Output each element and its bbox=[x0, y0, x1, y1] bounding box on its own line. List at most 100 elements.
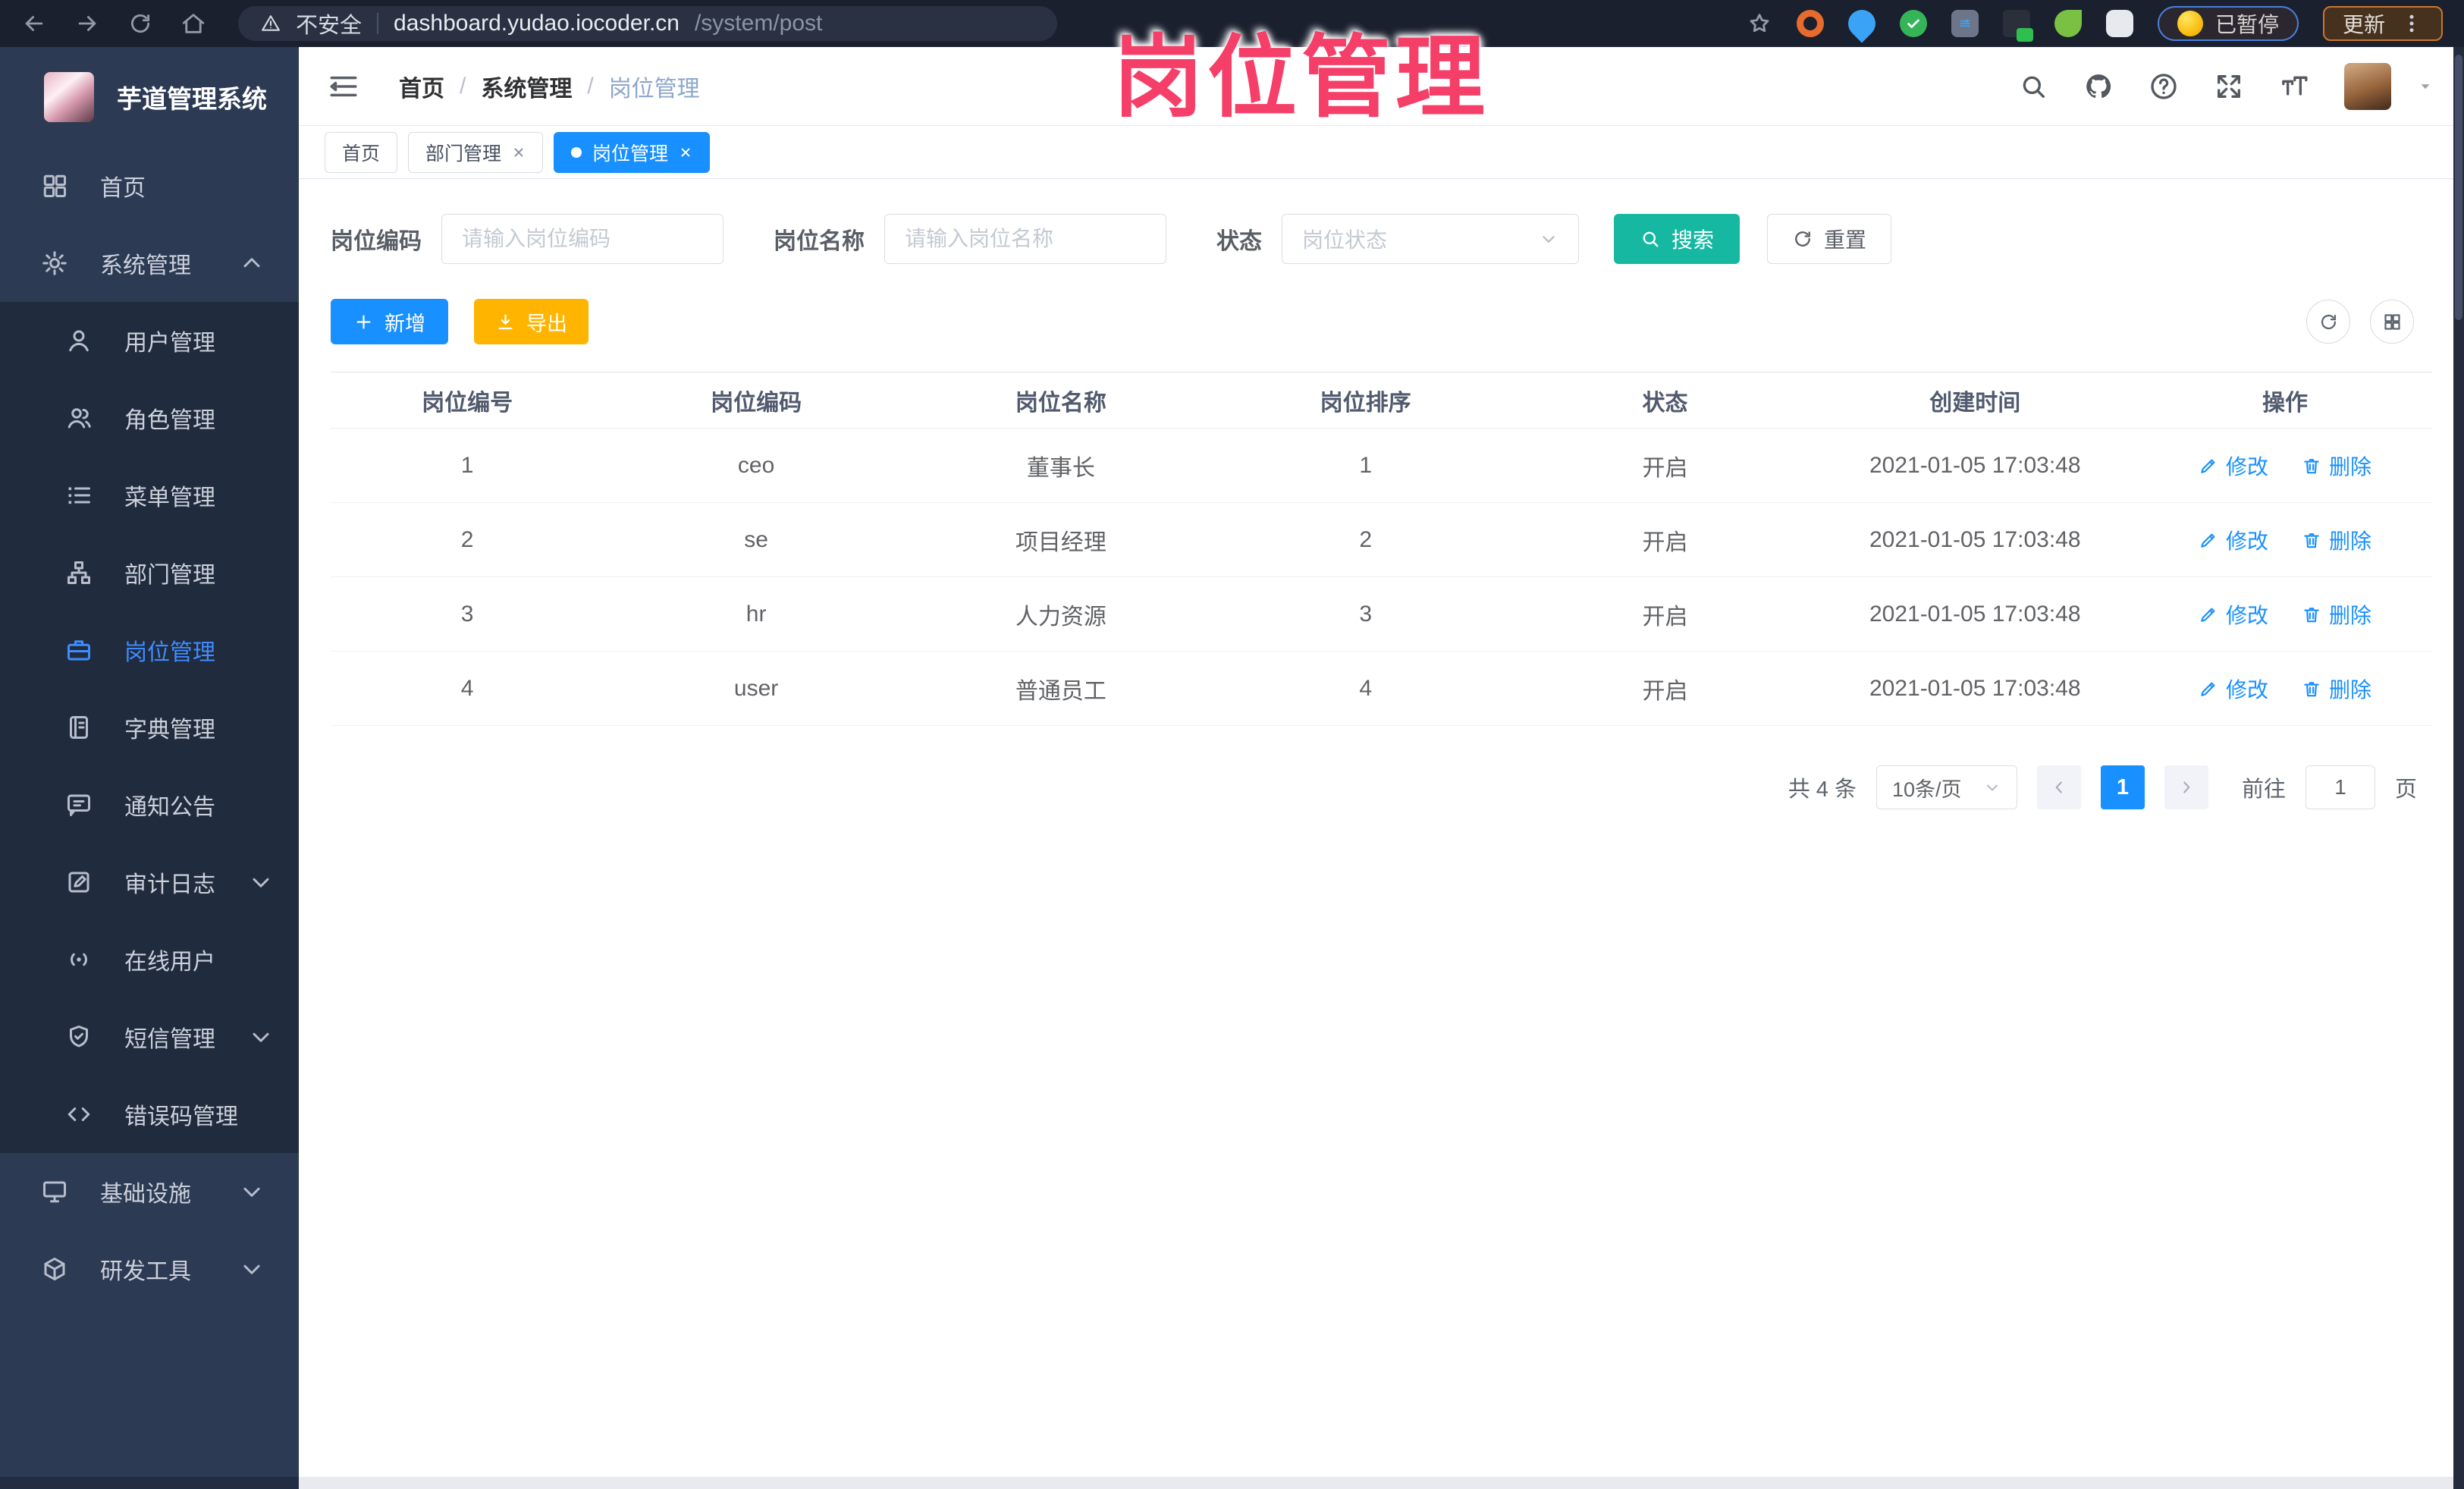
close-icon[interactable] bbox=[512, 146, 526, 159]
online-users-icon bbox=[65, 946, 93, 973]
reload-icon[interactable] bbox=[127, 11, 153, 36]
sidebar-item-label: 审计日志 bbox=[124, 872, 215, 897]
extension-check-icon[interactable] bbox=[1899, 10, 1927, 37]
sidebar-item-label: 错误码管理 bbox=[124, 1104, 238, 1129]
chevron-up-icon bbox=[238, 250, 265, 277]
page-unit-label: 页 bbox=[2394, 777, 2417, 802]
edit-link[interactable]: 修改 bbox=[2199, 599, 2268, 630]
paused-badge[interactable]: 已暂停 bbox=[2157, 6, 2299, 41]
extension-drop-icon[interactable] bbox=[1842, 4, 1882, 43]
home-dashboard-icon bbox=[41, 172, 68, 199]
cell-created-time: 2021-01-05 17:03:48 bbox=[1812, 651, 2138, 726]
delete-link[interactable]: 删除 bbox=[2302, 525, 2371, 555]
sidebar-logo-row[interactable]: 芋道管理系统 bbox=[0, 47, 299, 147]
bookmark-star-icon[interactable] bbox=[1747, 11, 1772, 36]
delete-link[interactable]: 删除 bbox=[2302, 451, 2371, 481]
search-filter-form: 岗位编码 岗位名称 状态 岗位状态 bbox=[331, 214, 2432, 264]
post-code-input[interactable] bbox=[441, 214, 724, 264]
fullscreen-icon[interactable] bbox=[2214, 71, 2244, 102]
github-icon[interactable] bbox=[2083, 71, 2114, 102]
status-select-placeholder: 岗位状态 bbox=[1302, 228, 1388, 252]
edit-link[interactable]: 修改 bbox=[2199, 525, 2268, 555]
delete-link[interactable]: 删除 bbox=[2302, 599, 2371, 630]
page-scrollbar[interactable] bbox=[2453, 47, 2464, 1489]
home-icon[interactable] bbox=[180, 11, 206, 36]
cell-post-sort: 1 bbox=[1213, 428, 1518, 503]
refresh-table-button[interactable] bbox=[2306, 300, 2350, 344]
briefcase-icon bbox=[65, 636, 93, 664]
page-size-select[interactable]: 10条/页 bbox=[1875, 765, 2017, 809]
prev-page-button[interactable] bbox=[2036, 765, 2081, 809]
breadcrumb: 首页 / 系统管理 / 岗位管理 bbox=[399, 70, 700, 103]
table-row: 3 hr 人力资源 3 开启 2021-01-05 17:03:48 修改 删除 bbox=[331, 576, 2432, 652]
edit-link[interactable]: 修改 bbox=[2199, 674, 2268, 704]
extension-sliders-icon[interactable] bbox=[1951, 10, 1979, 37]
edit-link[interactable]: 修改 bbox=[2199, 451, 2268, 481]
export-button[interactable]: 导出 bbox=[474, 299, 589, 344]
sidebar-item-error-code-management[interactable]: 错误码管理 bbox=[0, 1076, 299, 1153]
sidebar-item-devtools[interactable]: 研发工具 bbox=[0, 1230, 299, 1308]
next-page-button[interactable] bbox=[2164, 765, 2208, 809]
breadcrumb-home[interactable]: 首页 bbox=[399, 70, 444, 103]
search-button[interactable]: 搜索 bbox=[1614, 214, 1740, 264]
audit-log-icon bbox=[65, 869, 93, 896]
tab-post-management[interactable]: 岗位管理 bbox=[554, 131, 711, 173]
extension-leaf-icon[interactable] bbox=[2054, 10, 2082, 37]
sidebar-item-menu-management[interactable]: 菜单管理 bbox=[0, 457, 299, 534]
sidebar-item-label: 短信管理 bbox=[124, 1027, 215, 1052]
cell-post-name: 项目经理 bbox=[909, 502, 1213, 577]
browser-menu-kebab-icon[interactable] bbox=[2400, 12, 2423, 35]
sidebar-item-online-users[interactable]: 在线用户 bbox=[0, 921, 299, 998]
help-question-icon[interactable] bbox=[2149, 71, 2179, 102]
delete-link-label: 删除 bbox=[2329, 454, 2372, 479]
sidebar-item-sms-management[interactable]: 短信管理 bbox=[0, 998, 299, 1076]
filter-post-code: 岗位编码 bbox=[331, 214, 724, 264]
plus-icon bbox=[353, 312, 374, 332]
update-button[interactable]: 更新 bbox=[2322, 6, 2443, 41]
column-settings-button[interactable] bbox=[2370, 300, 2414, 344]
sidebar-item-dictionary-management[interactable]: 字典管理 bbox=[0, 689, 299, 766]
sidebar-item-post-management[interactable]: 岗位管理 bbox=[0, 611, 299, 689]
page-content: 岗位编码 岗位名称 状态 岗位状态 bbox=[299, 179, 2464, 1489]
sidebar-item-announcement[interactable]: 通知公告 bbox=[0, 766, 299, 843]
row-actions: 修改 删除 bbox=[2138, 525, 2432, 555]
post-name-input[interactable] bbox=[884, 214, 1166, 264]
add-button[interactable]: 新增 bbox=[331, 299, 448, 344]
sidebar-item-home[interactable]: 首页 bbox=[0, 147, 299, 225]
avatar-caret-down-icon[interactable] bbox=[2415, 77, 2435, 96]
tab-department-management[interactable]: 部门管理 bbox=[408, 131, 544, 173]
status-select[interactable]: 岗位状态 bbox=[1282, 214, 1579, 264]
current-page-button[interactable]: 1 bbox=[2100, 765, 2145, 809]
filter-post-name: 岗位名称 bbox=[774, 214, 1166, 264]
breadcrumb-system[interactable]: 系统管理 bbox=[481, 70, 572, 103]
app-title: 芋道管理系统 bbox=[117, 85, 267, 113]
chevron-down-icon bbox=[238, 1178, 265, 1205]
post-table: 岗位编号 岗位编码 岗位名称 岗位排序 状态 创建时间 操作 1 ceo 董事长… bbox=[331, 372, 2432, 726]
forward-icon[interactable] bbox=[74, 11, 100, 36]
back-icon[interactable] bbox=[21, 11, 47, 36]
extension-gif-icon[interactable] bbox=[2002, 10, 2033, 42]
cell-post-code: hr bbox=[604, 576, 909, 652]
security-label[interactable]: 不安全 bbox=[296, 8, 362, 39]
extensions-puzzle-icon[interactable] bbox=[2105, 10, 2133, 37]
delete-link[interactable]: 删除 bbox=[2302, 674, 2371, 704]
sidebar-collapse-icon[interactable] bbox=[328, 71, 359, 102]
scrollbar-thumb[interactable] bbox=[2455, 55, 2462, 320]
reset-button[interactable]: 重置 bbox=[1767, 214, 1892, 264]
sidebar-item-audit-log[interactable]: 审计日志 bbox=[0, 843, 299, 921]
close-icon[interactable] bbox=[679, 146, 692, 159]
user-avatar[interactable] bbox=[2344, 62, 2391, 110]
sidebar-item-department-management[interactable]: 部门管理 bbox=[0, 534, 299, 611]
tab-home[interactable]: 首页 bbox=[325, 131, 398, 173]
sidebar-item-system-management[interactable]: 系统管理 bbox=[0, 225, 299, 302]
address-bar[interactable]: 不安全 dashboard.yudao.iocoder.cn /system/p… bbox=[238, 6, 1057, 41]
font-size-icon[interactable] bbox=[2279, 71, 2309, 102]
goto-page-input[interactable] bbox=[2305, 765, 2375, 809]
pagination-total: 共 4 条 bbox=[1788, 777, 1857, 802]
sidebar-item-infrastructure[interactable]: 基础设施 bbox=[0, 1153, 299, 1230]
sidebar-item-label: 菜单管理 bbox=[124, 485, 215, 510]
extension-ubuntu-icon[interactable] bbox=[1796, 10, 1824, 37]
sidebar-item-user-management[interactable]: 用户管理 bbox=[0, 302, 299, 379]
search-icon[interactable] bbox=[2018, 71, 2048, 102]
sidebar-item-role-management[interactable]: 角色管理 bbox=[0, 379, 299, 457]
